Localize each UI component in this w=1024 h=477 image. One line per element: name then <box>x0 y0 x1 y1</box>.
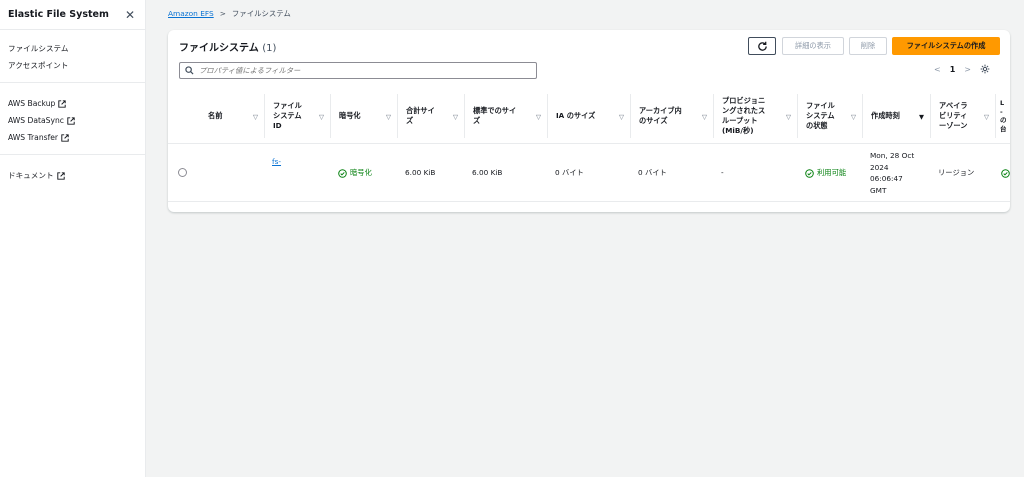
sidebar: Elastic File System ✕ ファイルシステム アクセスポイント … <box>0 0 146 477</box>
file-systems-panel: ファイルシステム (1) 詳細の表示 削除 ファイルシステムの作成 < 1 > … <box>168 30 1010 212</box>
delete-button[interactable]: 削除 <box>849 37 887 55</box>
check-circle-icon <box>338 168 347 178</box>
column-header-archive-size[interactable]: アーカイブ内 のサイズ ▽ <box>630 94 713 138</box>
column-header-throughput[interactable]: プロビジョニ ングされたス ループット (MiB/秒) ▽ <box>713 94 797 138</box>
cell-availability-zone: リージョン <box>938 168 975 178</box>
sidebar-item-label: ドキュメント <box>8 171 54 180</box>
check-circle-icon <box>1001 168 1010 178</box>
sort-icon: ▽ <box>536 113 541 121</box>
panel-title: ファイルシステム (1) <box>179 39 276 54</box>
breadcrumb: Amazon EFS > ファイルシステム <box>168 8 291 19</box>
cell-archive-size: 0 バイト <box>638 168 667 178</box>
table-row[interactable]: fs- 暗号化 6.00 KiB 6.00 KiB 0 バイト 0 バイト - … <box>168 144 1010 202</box>
sort-icon: ▽ <box>453 113 458 121</box>
external-link-icon <box>67 116 75 125</box>
cell-truncated <box>1001 144 1010 202</box>
panel-title-text: ファイルシステム <box>179 43 259 54</box>
external-link-icon <box>58 99 67 108</box>
create-file-system-button[interactable]: ファイルシステムの作成 <box>892 37 1000 55</box>
breadcrumb-amazon-efs[interactable]: Amazon EFS <box>168 9 214 18</box>
sidebar-item-label: AWS DataSync <box>8 116 64 125</box>
sidebar-item-label: AWS Backup <box>8 99 56 108</box>
cell-encryption: 暗号化 <box>330 144 397 202</box>
table-header: 名前 ▽ ファイル システム ID ▽ 暗号化 ▽ 合計サイ ズ ▽ 標準でのサイ ズ ▽… <box>168 88 1010 144</box>
filter-input[interactable] <box>199 66 519 75</box>
cell-standard-size: 6.00 KiB <box>472 168 503 178</box>
cell-total-size: 6.00 KiB <box>405 168 436 178</box>
sort-desc-icon: ▼ <box>919 113 924 121</box>
sort-icon: ▽ <box>702 113 707 121</box>
panel-count: (1) <box>262 43 277 54</box>
column-header-standard-size[interactable]: 標準でのサイ ズ ▽ <box>464 94 547 138</box>
column-header-name[interactable]: 名前 ▽ <box>200 94 264 138</box>
check-circle-icon <box>805 168 814 178</box>
pagination: < 1 > <box>934 64 990 74</box>
column-header-creation-time[interactable]: 作成時刻 ▼ <box>862 94 930 138</box>
previous-page-icon[interactable]: < <box>934 65 941 74</box>
sort-icon: ▽ <box>253 113 258 121</box>
view-details-button[interactable]: 詳細の表示 <box>782 37 844 55</box>
cell-throughput: - <box>721 168 724 178</box>
external-link-icon <box>56 171 65 180</box>
column-header-truncated[interactable]: L - の 台 <box>995 94 1010 138</box>
sidebar-header: Elastic File System ✕ <box>0 0 145 30</box>
refresh-icon <box>757 41 767 51</box>
sidebar-item-access-points[interactable]: アクセスポイント <box>8 57 137 74</box>
page-number[interactable]: 1 <box>950 65 956 74</box>
sidebar-item-aws-backup[interactable]: AWS Backup <box>8 95 137 112</box>
sort-icon: ▽ <box>386 113 391 121</box>
cell-state: 利用可能 <box>797 144 862 202</box>
row-select-radio[interactable] <box>178 168 187 177</box>
close-icon[interactable]: ✕ <box>125 8 135 22</box>
sidebar-item-aws-transfer[interactable]: AWS Transfer <box>8 129 137 146</box>
sidebar-title: Elastic File System <box>8 9 109 20</box>
breadcrumb-separator: > <box>219 9 226 18</box>
file-systems-table: 名前 ▽ ファイル システム ID ▽ 暗号化 ▽ 合計サイ ズ ▽ 標準でのサイ ズ ▽… <box>168 88 1010 202</box>
search-icon <box>185 66 194 75</box>
sort-icon: ▽ <box>319 113 324 121</box>
sidebar-group-docs: ドキュメント <box>0 155 145 196</box>
external-link-icon <box>61 133 69 142</box>
sidebar-item-label: AWS Transfer <box>8 133 59 142</box>
encryption-status: 暗号化 <box>350 168 372 178</box>
sort-icon: ▽ <box>984 113 989 121</box>
column-header-encryption[interactable]: 暗号化 ▽ <box>330 94 397 138</box>
column-header-total-size[interactable]: 合計サイ ズ ▽ <box>397 94 464 138</box>
column-header-ia-size[interactable]: IA のサイズ ▽ <box>547 94 630 138</box>
column-header-availability-zone[interactable]: アベイラ ビリティ ーゾーン ▽ <box>930 94 995 138</box>
cell-creation-time: Mon, 28 Oct 2024 06:06:47 GMT <box>870 151 915 195</box>
sidebar-group-main: ファイルシステム アクセスポイント <box>0 30 145 83</box>
sidebar-item-file-systems[interactable]: ファイルシステム <box>8 40 137 57</box>
sidebar-item-aws-datasync[interactable]: AWS DataSync <box>8 112 137 129</box>
sort-icon: ▽ <box>786 113 791 121</box>
cell-ia-size: 0 バイト <box>555 168 584 178</box>
cell-name <box>200 144 264 202</box>
gear-icon[interactable] <box>980 64 990 74</box>
breadcrumb-current: ファイルシステム <box>231 9 291 18</box>
main-content: Amazon EFS > ファイルシステム ファイルシステム (1) 詳細の表示… <box>146 0 1024 477</box>
sort-icon: ▽ <box>851 113 856 121</box>
refresh-button[interactable] <box>748 37 776 55</box>
next-page-icon[interactable]: > <box>964 65 971 74</box>
sidebar-item-documentation[interactable]: ドキュメント <box>8 167 137 184</box>
column-header-file-system-id[interactable]: ファイル システム ID ▽ <box>264 94 330 138</box>
file-system-id-link[interactable]: fs- <box>272 156 281 168</box>
column-header-state[interactable]: ファイル システム の状態 ▽ <box>797 94 862 138</box>
filter-box[interactable] <box>179 62 537 79</box>
sort-icon: ▽ <box>619 113 624 121</box>
cell-file-system-id: fs- <box>264 144 330 202</box>
state-status: 利用可能 <box>817 168 847 178</box>
sidebar-group-services: AWS Backup AWS DataSync AWS Transfer <box>0 83 145 155</box>
